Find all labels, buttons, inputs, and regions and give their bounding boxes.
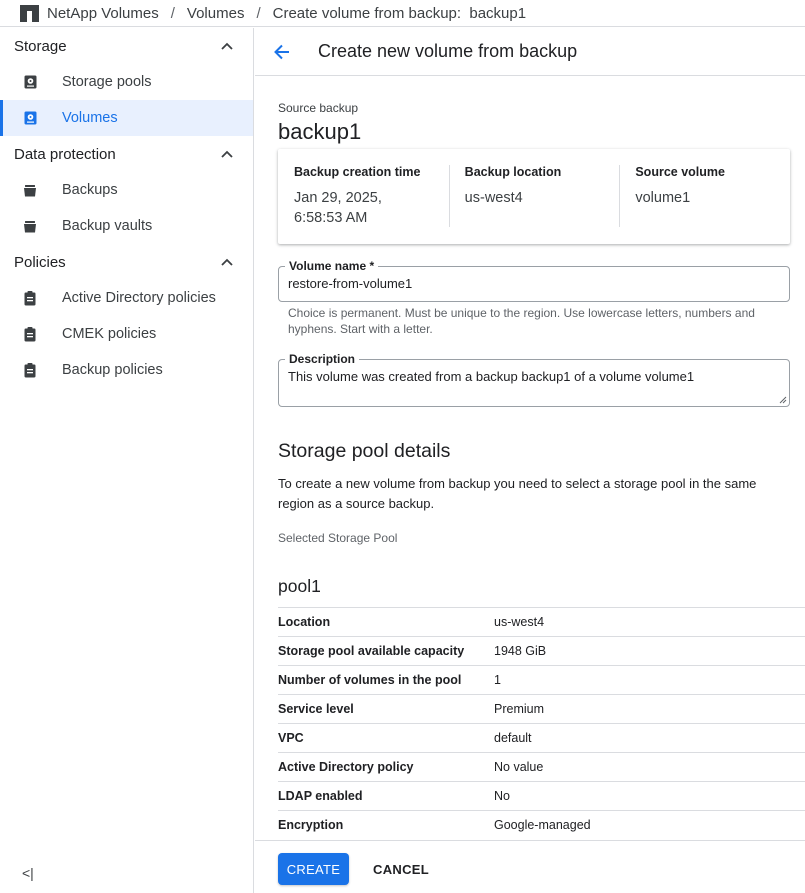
info-value: us-west4 <box>464 190 523 206</box>
breadcrumb-current: Create volume from backup: backup1 <box>272 4 527 22</box>
breadcrumb-volumes[interactable]: Volumes <box>187 5 245 22</box>
row-value: us-west4 <box>494 615 545 629</box>
row-value: No value <box>494 760 544 774</box>
table-row: Location us-west4 <box>278 607 805 636</box>
backup-info-card: Backup creation time Jan 29, 2025, 6:58:… <box>278 149 790 244</box>
info-key: Backup location <box>464 165 562 179</box>
breadcrumb-separator: / <box>256 4 261 22</box>
page-header: Create new volume from backup <box>255 28 805 76</box>
row-key: Number of volumes in the pool <box>278 673 462 687</box>
volume-icon <box>22 110 38 126</box>
sidebar-section-data-protection[interactable]: Data protection <box>0 136 253 172</box>
row-key: VPC <box>278 731 304 745</box>
sidebar-item-backup-policies[interactable]: Backup policies <box>0 352 253 388</box>
sidebar-item-volumes[interactable]: Volumes <box>0 100 253 136</box>
breadcrumb: NetApp Volumes / Volumes / Create volume… <box>0 0 805 27</box>
clipboard-icon <box>22 290 38 306</box>
description-field[interactable]: Description This volume was created from… <box>278 352 790 407</box>
row-value: 1948 GiB <box>494 644 547 658</box>
section-title: Storage <box>14 37 67 55</box>
volume-name-value: restore-from-volume1 <box>288 276 413 291</box>
sidebar-item-backup-vaults[interactable]: Backup vaults <box>0 208 253 244</box>
clipboard-icon <box>22 326 38 342</box>
sidebar-item-label: Backup vaults <box>62 218 153 234</box>
selected-pool-label: Selected Storage Pool <box>278 531 398 545</box>
table-row: VPC default <box>278 723 805 752</box>
pool-name: pool1 <box>278 576 321 596</box>
storage-pool-details-text: To create a new volume from backup you n… <box>278 476 757 511</box>
breadcrumb-separator: / <box>170 4 175 22</box>
backup-icon <box>22 182 38 198</box>
description-value: This volume was created from a backup ba… <box>288 369 695 384</box>
section-title: Policies <box>14 253 66 271</box>
row-value: Premium <box>494 702 545 716</box>
netapp-logo-icon <box>20 4 39 22</box>
row-value: No <box>494 789 510 803</box>
chevron-up-icon <box>221 42 233 50</box>
sidebar-section-policies[interactable]: Policies <box>0 244 253 280</box>
source-backup-label: Source backup <box>278 101 359 115</box>
info-key: Backup creation time <box>294 165 421 179</box>
sidebar-item-storage-pools[interactable]: Storage pools <box>0 64 253 100</box>
info-value: Jan 29, 2025, 6:58:53 AM <box>294 190 382 226</box>
main-panel: Create new volume from backup Source bac… <box>255 28 805 893</box>
collapse-sidebar-button[interactable]: <| <box>22 865 34 881</box>
sidebar-section-storage[interactable]: Storage <box>0 28 253 64</box>
info-value: volume1 <box>635 190 691 206</box>
sidebar: Storage Storage pools Volumes Data prote… <box>0 28 254 893</box>
row-key: Active Directory policy <box>278 760 414 774</box>
row-key: Service level <box>278 702 354 716</box>
row-value: Google-managed <box>494 818 591 832</box>
row-key: Location <box>278 615 331 629</box>
sidebar-item-label: Storage pools <box>62 74 152 90</box>
table-row: Number of volumes in the pool 1 <box>278 665 805 694</box>
row-value: 1 <box>494 673 501 687</box>
source-backup-name: backup1 <box>278 119 362 144</box>
table-row: Service level Premium <box>278 694 805 723</box>
description-label: Description <box>285 352 360 366</box>
volume-name-hint: Choice is permanent. Must be unique to t… <box>288 306 755 336</box>
storage-pool-details-heading: Storage pool details <box>278 440 451 462</box>
breadcrumb-netapp-volumes[interactable]: NetApp Volumes <box>47 5 159 22</box>
table-row: Storage pool available capacity 1948 GiB <box>278 636 805 665</box>
table-row: Active Directory policy No value <box>278 752 805 781</box>
backup-creation-time: Backup creation time Jan 29, 2025, 6:58:… <box>278 165 449 244</box>
chevron-up-icon <box>221 258 233 266</box>
sidebar-item-label: Active Directory policies <box>62 290 216 306</box>
row-key: Encryption <box>278 818 344 832</box>
sidebar-item-backups[interactable]: Backups <box>0 172 253 208</box>
volume-name-field[interactable]: Volume name * restore-from-volume1 <box>278 259 790 302</box>
section-title: Data protection <box>14 145 116 163</box>
sidebar-item-active-directory-policies[interactable]: Active Directory policies <box>0 280 253 316</box>
sidebar-item-label: Backup policies <box>62 362 163 378</box>
row-key: Storage pool available capacity <box>278 644 465 658</box>
vault-icon <box>22 218 38 234</box>
back-arrow-icon[interactable] <box>273 43 291 61</box>
chevron-up-icon <box>221 150 233 158</box>
source-volume: Source volume volume1 <box>619 165 790 244</box>
sidebar-item-cmek-policies[interactable]: CMEK policies <box>0 316 253 352</box>
cancel-button[interactable]: CANCEL <box>361 853 441 885</box>
volume-name-label: Volume name * <box>285 259 379 273</box>
backup-location: Backup location us-west4 <box>448 165 620 244</box>
info-key: Source volume <box>635 165 725 179</box>
sidebar-item-label: Volumes <box>62 110 118 126</box>
row-value: default <box>494 731 532 745</box>
table-row: Encryption Google-managed <box>278 810 805 839</box>
sidebar-item-label: Backups <box>62 182 118 198</box>
table-row: LDAP enabled No <box>278 781 805 810</box>
pool-details-table: Location us-west4 Storage pool available … <box>278 607 805 839</box>
create-button[interactable]: CREATE <box>278 853 349 885</box>
page-title: Create new volume from backup <box>318 41 578 61</box>
sidebar-item-label: CMEK policies <box>62 326 157 342</box>
clipboard-icon <box>22 362 38 378</box>
row-key: LDAP enabled <box>278 789 363 803</box>
storage-icon <box>22 74 38 90</box>
form-footer: CREATE CANCEL <box>255 840 805 893</box>
resize-handle-icon[interactable] <box>779 396 787 404</box>
